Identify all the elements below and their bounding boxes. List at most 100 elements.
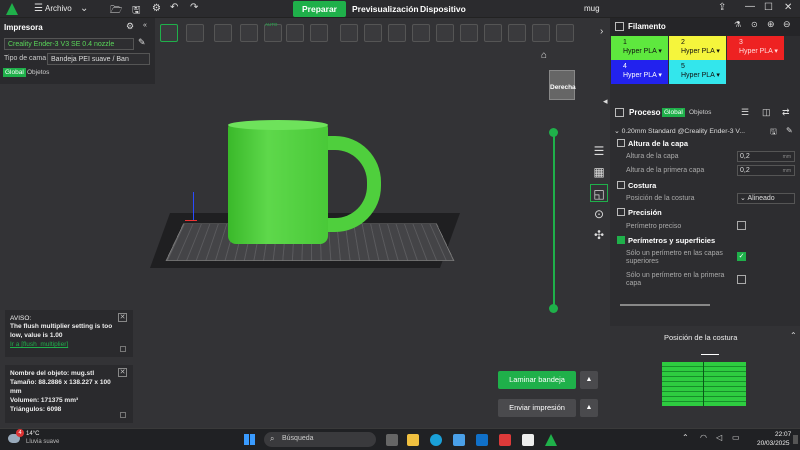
place-face-icon[interactable] bbox=[412, 24, 430, 42]
edit-icon[interactable]: ✎ bbox=[138, 37, 146, 48]
home-icon[interactable]: ⌂ bbox=[541, 50, 547, 61]
edge-icon[interactable] bbox=[430, 434, 442, 446]
cut-icon[interactable] bbox=[310, 24, 328, 42]
start-icon[interactable] bbox=[244, 434, 255, 445]
search-box[interactable]: ⌕ Búsqueda bbox=[264, 432, 376, 447]
save-preset-icon[interactable]: 🖫 bbox=[770, 126, 777, 140]
clock-date[interactable]: 20/03/2025 bbox=[757, 440, 790, 447]
add-filament-icon[interactable]: ⊕ bbox=[767, 19, 775, 30]
seam-position-select[interactable]: ⌄ Alineado bbox=[737, 193, 795, 204]
close-icon[interactable]: ✕ bbox=[784, 2, 792, 13]
collapse-icon[interactable]: « bbox=[143, 22, 147, 29]
process-tab-objects[interactable]: Objetos bbox=[689, 109, 711, 116]
notice-link[interactable]: Ir a [flush_multiplier] bbox=[10, 341, 68, 350]
send-print-button[interactable]: Enviar impresión bbox=[498, 399, 576, 417]
tab-device[interactable]: Dispositivo bbox=[420, 4, 466, 14]
rotate-icon[interactable] bbox=[388, 24, 406, 42]
filament-slot-4[interactable]: 4 Hyper PLA ▾ bbox=[611, 60, 668, 84]
single-top-checkbox[interactable]: ✓ bbox=[737, 252, 746, 261]
view-cube[interactable]: Derecha bbox=[549, 70, 576, 100]
filament-settings-icon[interactable]: ⚗ bbox=[734, 20, 741, 29]
filament-slot-3[interactable]: 3 Hyper PLA ▾ bbox=[727, 36, 784, 60]
layer-height-input[interactable]: 0,2 mm bbox=[737, 151, 795, 162]
undo-icon[interactable]: ↶ bbox=[170, 2, 178, 13]
filament-sync-icon[interactable]: ⊙ bbox=[751, 20, 758, 29]
outlook-icon[interactable] bbox=[476, 434, 488, 446]
task-view-icon[interactable] bbox=[386, 434, 398, 446]
single-first-checkbox[interactable] bbox=[737, 275, 746, 284]
store-icon[interactable] bbox=[453, 434, 465, 446]
tab-preview[interactable]: Previsualización bbox=[352, 4, 419, 14]
cloud-upload-icon[interactable]: ⇪ bbox=[718, 2, 726, 13]
notice-minimize-icon[interactable] bbox=[120, 346, 126, 352]
process-tab-global[interactable]: Global bbox=[662, 108, 685, 117]
precise-wall-checkbox[interactable] bbox=[737, 221, 746, 230]
measure-icon[interactable] bbox=[484, 24, 502, 42]
add-cube-icon[interactable] bbox=[160, 24, 178, 42]
mug-model[interactable] bbox=[228, 124, 328, 244]
settings-scrollbar[interactable] bbox=[620, 304, 710, 306]
text-icon[interactable] bbox=[556, 24, 574, 42]
info-minimize-icon[interactable] bbox=[120, 412, 126, 418]
redo-icon[interactable]: ↷ bbox=[190, 2, 198, 13]
support-paint-icon[interactable] bbox=[436, 24, 454, 42]
chevron-down-icon[interactable]: ⌄ bbox=[80, 3, 88, 14]
hamburger-icon[interactable]: ☰ bbox=[34, 3, 43, 14]
slice-button[interactable]: Laminar bandeja bbox=[498, 371, 576, 389]
bed-type-select[interactable]: Bandeja PEI suave / Ban bbox=[47, 53, 150, 65]
wifi-icon[interactable]: ◠ bbox=[700, 433, 707, 442]
view-assembly-icon[interactable]: ✣ bbox=[590, 226, 608, 244]
maximize-icon[interactable]: ☐ bbox=[764, 2, 773, 13]
seam-paint-icon[interactable] bbox=[460, 24, 478, 42]
clock-time[interactable]: 22:07 bbox=[775, 431, 791, 438]
add-plate-icon[interactable] bbox=[186, 24, 204, 42]
tab-prepare[interactable]: Preparar bbox=[293, 1, 346, 17]
split-icon[interactable] bbox=[286, 24, 304, 42]
layer-slider-bottom-knob[interactable] bbox=[549, 304, 558, 313]
scale-icon[interactable] bbox=[364, 24, 382, 42]
tray-chevron-icon[interactable]: ⌃ bbox=[682, 433, 689, 442]
process-list-icon[interactable]: ☰ bbox=[741, 107, 749, 118]
volume-icon[interactable]: ◁ bbox=[716, 433, 722, 442]
orient-icon[interactable] bbox=[214, 24, 232, 42]
filament-slot-2[interactable]: 2 Hyper PLA ▾ bbox=[669, 36, 726, 60]
filament-slot-5[interactable]: 5 Hyper PLA ▾ bbox=[669, 60, 726, 84]
remove-filament-icon[interactable]: ⊖ bbox=[783, 19, 791, 30]
layout-icon[interactable] bbox=[240, 24, 258, 42]
chevron-right-icon[interactable]: › bbox=[600, 26, 603, 37]
tab-global-left[interactable]: Global bbox=[3, 68, 26, 77]
amazon-icon[interactable] bbox=[522, 434, 534, 446]
printer-select[interactable]: Creality Ender-3 V3 SE 0.4 nozzle bbox=[4, 38, 134, 50]
first-layer-input[interactable]: 0,2 mm bbox=[737, 165, 795, 176]
orca-slicer-icon[interactable] bbox=[545, 434, 557, 446]
move-icon[interactable] bbox=[340, 24, 358, 42]
media-icon[interactable] bbox=[499, 434, 511, 446]
notifications-icon[interactable] bbox=[793, 435, 798, 444]
send-dropdown-icon[interactable]: ▲ bbox=[580, 399, 598, 417]
seam-preview-toggle-icon[interactable]: ⌃ bbox=[790, 331, 797, 340]
layer-slider-track[interactable] bbox=[553, 133, 555, 309]
menu-file[interactable]: Archivo bbox=[45, 4, 72, 13]
view-grid-icon[interactable]: ▦ bbox=[590, 163, 608, 181]
process-compare-icon[interactable]: ◫ bbox=[762, 107, 771, 118]
process-preset-select[interactable]: ⌄ 0.20mm Standard @Creality Ender-3 V... bbox=[614, 127, 759, 138]
view-settings-icon[interactable]: ⊙ bbox=[590, 205, 608, 223]
collapse-right-icon[interactable]: ◂ bbox=[603, 96, 608, 107]
close-notice-icon[interactable]: ✕ bbox=[118, 313, 127, 322]
battery-icon[interactable]: ▭ bbox=[732, 433, 740, 442]
minimize-icon[interactable]: — bbox=[745, 1, 755, 12]
layer-slider-top-knob[interactable] bbox=[549, 128, 558, 137]
gear-icon[interactable]: ⚙ bbox=[152, 3, 161, 14]
view-perspective-icon[interactable]: ◱ bbox=[590, 184, 608, 202]
filament-slot-1[interactable]: 1 Hyper PLA ▾ bbox=[611, 36, 668, 60]
view-layers-icon[interactable]: ☰ bbox=[590, 142, 608, 160]
printer-settings-icon[interactable]: ⚙ bbox=[126, 21, 134, 32]
color-paint-icon[interactable] bbox=[508, 24, 526, 42]
slice-dropdown-icon[interactable]: ▲ bbox=[580, 371, 598, 389]
close-info-icon[interactable]: ✕ bbox=[118, 368, 127, 377]
assembly-icon[interactable] bbox=[532, 24, 550, 42]
process-toggle-icon[interactable]: ⇄ bbox=[782, 107, 790, 118]
edit-preset-icon[interactable]: ✎ bbox=[786, 126, 793, 135]
tab-objects-left[interactable]: Objetos bbox=[27, 69, 49, 76]
file-explorer-icon[interactable] bbox=[407, 434, 419, 446]
